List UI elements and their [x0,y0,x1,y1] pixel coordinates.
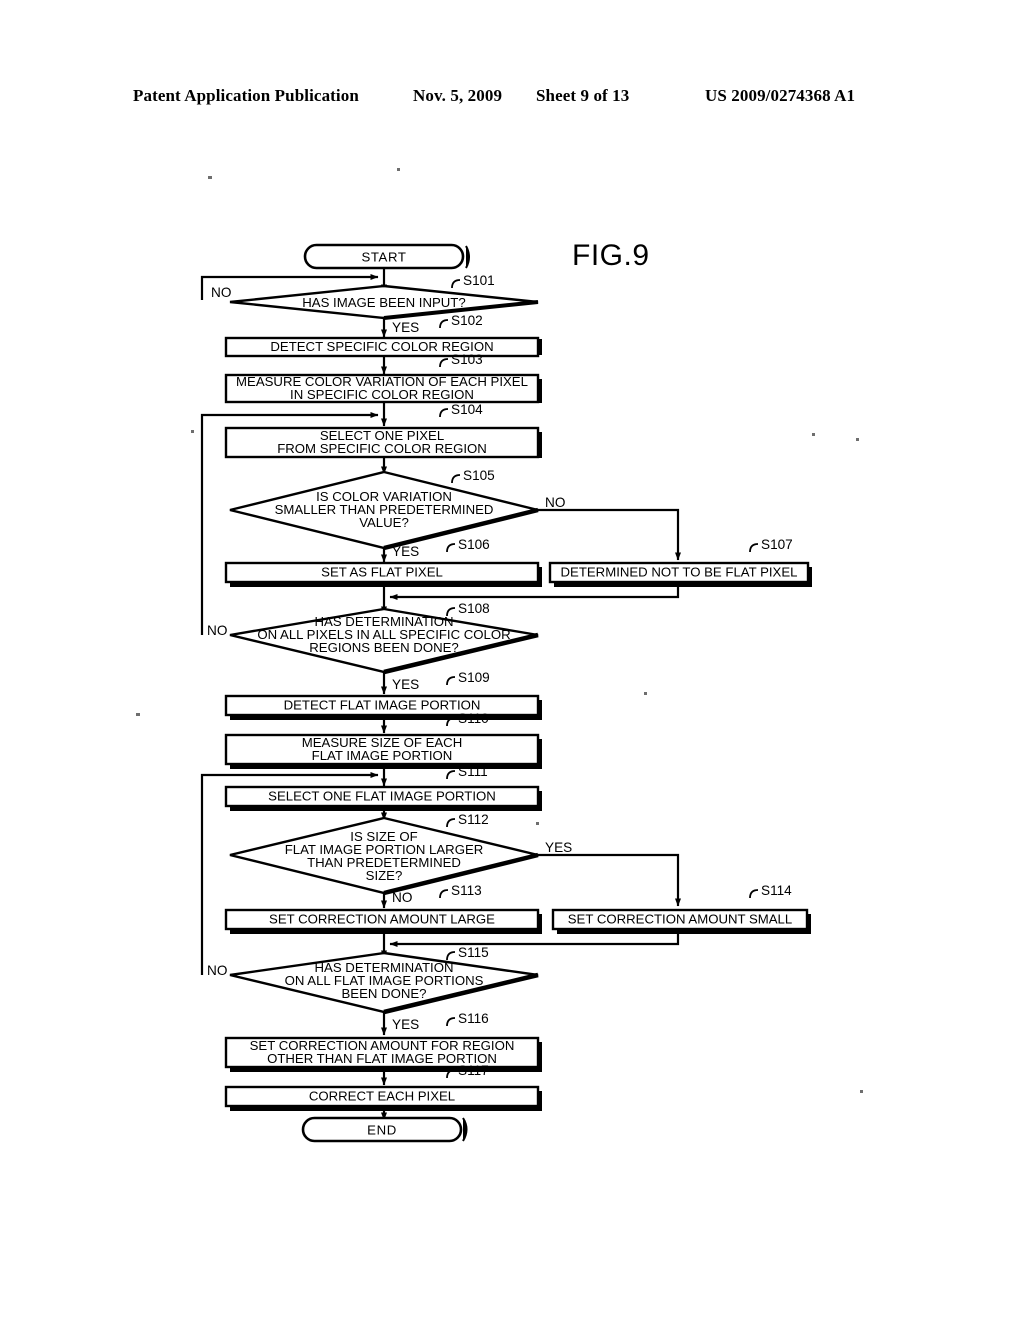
node-s107: DETERMINED NOT TO BE FLAT PIXEL [548,561,812,587]
node-s108: HAS DETERMINATION ON ALL PIXELS IN ALL S… [229,607,539,675]
s101-yes-label: YES [392,320,419,335]
edge-s112-yes-to-s114 [538,853,681,907]
step-tag-s102: S102 [439,313,483,329]
node-s110: MEASURE SIZE OF EACH FLAT IMAGE PORTION [224,733,542,769]
start-label: START [361,250,406,265]
s112-yes-label: YES [545,840,572,855]
s108-line-2: REGIONS BEEN DONE? [309,640,459,655]
figure-label: FIG.9 [572,239,650,272]
step-tag-s106: S106 [446,537,490,553]
s105-line-2: VALUE? [359,515,409,530]
s113-line-0: SET CORRECTION AMOUNT LARGE [269,912,495,927]
s101-line-0: HAS IMAGE BEEN INPUT? [302,295,465,310]
s115-step: S115 [458,945,489,960]
end-label: END [367,1123,397,1138]
s106-line-0: SET AS FLAT PIXEL [321,565,443,580]
s103-line-1: IN SPECIFIC COLOR REGION [290,387,474,402]
step-tag-s101: S101 [451,273,495,289]
step-tag-s114: S114 [749,883,792,899]
step-tag-s105: S105 [451,468,495,484]
s107-step: S107 [761,537,793,552]
step-tag-s113: S113 [439,883,482,899]
step-tag-s109: S109 [446,670,490,686]
node-s116: SET CORRECTION AMOUNT FOR REGION OTHER T… [224,1036,542,1072]
node-s104: SELECT ONE PIXEL FROM SPECIFIC COLOR REG… [224,426,542,459]
s108-yes-label: YES [392,677,419,692]
s104-line-1: FROM SPECIFIC COLOR REGION [277,441,487,456]
flowchart-canvas: FIG.9 START HAS IMAGE BEEN INPUT? S101 N… [136,168,863,1143]
s111-step: S111 [458,764,488,779]
s112-line-3: SIZE? [366,868,403,883]
s117-line-0: CORRECT EACH PIXEL [309,1089,455,1104]
s110-step: S110 [458,711,489,726]
s115-line-2: BEEN DONE? [341,986,426,1001]
node-start: START [303,243,470,270]
s105-yes-label: YES [392,544,419,559]
s102-step: S102 [451,313,483,328]
s114-line-0: SET CORRECTION AMOUNT SMALL [568,912,792,927]
node-s115: HAS DETERMINATION ON ALL FLAT IMAGE PORT… [229,951,539,1015]
node-s103: MEASURE COLOR VARIATION OF EACH PIXEL IN… [224,373,542,404]
node-s112: IS SIZE OF FLAT IMAGE PORTION LARGER THA… [229,816,539,896]
s105-step: S105 [463,468,495,483]
s115-yes-label: YES [392,1017,419,1032]
s105-no-label: NO [545,495,565,510]
node-s105: IS COLOR VARIATION SMALLER THAN PREDETER… [229,470,539,551]
node-s114: SET CORRECTION AMOUNT SMALL [551,908,811,934]
s111-line-0: SELECT ONE FLAT IMAGE PORTION [268,789,496,804]
step-tag-s104: S104 [439,402,483,418]
s101-no-label: NO [211,285,231,300]
s112-no-label: NO [392,890,412,905]
s112-step: S112 [458,812,489,827]
s116-step: S116 [458,1011,489,1026]
s113-step: S113 [451,883,482,898]
s108-no-label: NO [207,623,227,638]
step-tag-s107: S107 [749,537,793,553]
s106-step: S106 [458,537,490,552]
step-tag-s112: S112 [446,812,489,828]
step-tag-s116: S116 [446,1011,489,1027]
s107-line-0: DETERMINED NOT TO BE FLAT PIXEL [561,565,798,580]
s114-step: S114 [761,883,792,898]
node-s101: HAS IMAGE BEEN INPUT? [229,284,539,320]
s115-no-label: NO [207,963,227,978]
s117-step: S117 [458,1063,489,1078]
patent-page: Patent Application Publication Nov. 5, 2… [0,0,1024,1320]
node-end: END [301,1116,468,1143]
figure-9-flowchart: FIG.9 START HAS IMAGE BEEN INPUT? S101 N… [0,0,1024,1320]
node-s102: DETECT SPECIFIC COLOR REGION [224,336,542,358]
s103-step: S103 [451,352,483,367]
s108-step: S108 [458,601,490,616]
s110-line-1: FLAT IMAGE PORTION [312,748,453,763]
s109-step: S109 [458,670,490,685]
s109-line-0: DETECT FLAT IMAGE PORTION [284,698,481,713]
edge-s105-no-to-s107 [538,508,681,561]
s104-step: S104 [451,402,483,417]
step-tag-s115: S115 [446,945,489,961]
s101-step: S101 [463,273,495,288]
